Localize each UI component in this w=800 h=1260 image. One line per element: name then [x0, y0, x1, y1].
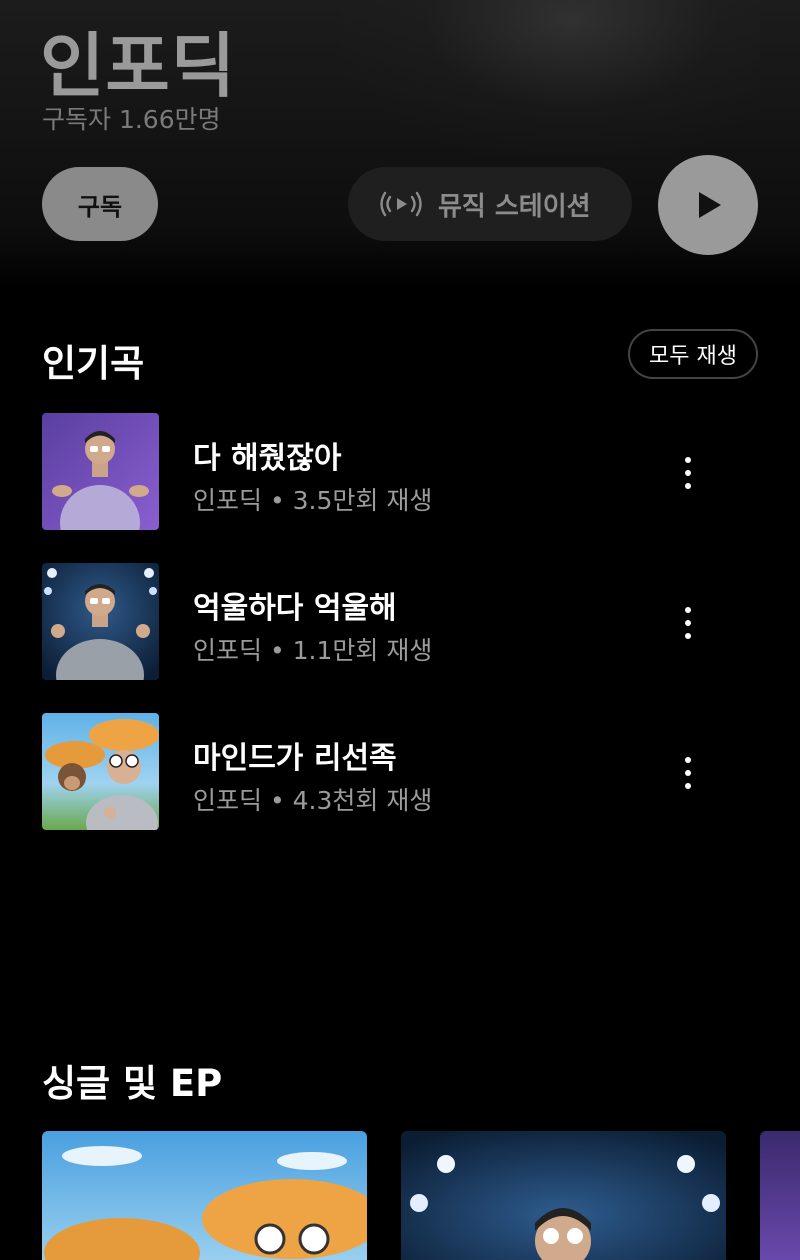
single-card[interactable]: [760, 1131, 800, 1260]
single-card[interactable]: [42, 1131, 367, 1260]
more-options-icon[interactable]: [670, 748, 706, 798]
artist-header: 인포딕 구독자 1.66만명 구독 뮤직 스테이션: [0, 0, 800, 290]
artist-name: 인포딕: [40, 25, 237, 107]
track-row[interactable]: 마인드가 리선족 인포딕 • 4.3천회 재생: [42, 713, 758, 831]
more-options-icon[interactable]: [670, 448, 706, 498]
track-thumbnail: [42, 713, 159, 830]
play-all-label: 모두 재생: [649, 344, 737, 369]
play-icon: [699, 192, 721, 218]
single-card[interactable]: [401, 1131, 726, 1260]
radio-play-icon: [380, 191, 422, 217]
track-title: 마인드가 리선족: [193, 741, 397, 776]
track-row[interactable]: 억울하다 억울해 인포딕 • 1.1만회 재생: [42, 563, 758, 681]
subscribe-button[interactable]: 구독: [42, 167, 158, 241]
track-title: 억울하다 억울해: [193, 591, 397, 626]
track-meta: 인포딕 • 3.5만회 재생: [193, 486, 433, 515]
track-title: 다 해줬잖아: [193, 441, 342, 476]
single-cover-image: [42, 1131, 367, 1260]
play-button[interactable]: [658, 155, 758, 255]
more-options-icon[interactable]: [670, 598, 706, 648]
track-thumbnail: [42, 563, 159, 680]
singles-section-title: 싱글 및 EP: [42, 1062, 223, 1105]
track-meta: 인포딕 • 1.1만회 재생: [193, 636, 433, 665]
artist-banner-image: [340, 0, 760, 160]
music-station-button[interactable]: 뮤직 스테이션: [348, 167, 632, 241]
popular-section-title: 인기곡: [42, 342, 145, 385]
single-cover-image: [401, 1131, 726, 1260]
music-station-label: 뮤직 스테이션: [438, 191, 591, 222]
subscriber-count: 구독자 1.66만명: [42, 105, 221, 134]
track-thumbnail: [42, 413, 159, 530]
track-meta: 인포딕 • 4.3천회 재생: [193, 786, 433, 815]
play-all-button[interactable]: 모두 재생: [628, 329, 758, 379]
track-row[interactable]: 다 해줬잖아 인포딕 • 3.5만회 재생: [42, 413, 758, 531]
subscribe-label: 구독: [77, 192, 123, 221]
